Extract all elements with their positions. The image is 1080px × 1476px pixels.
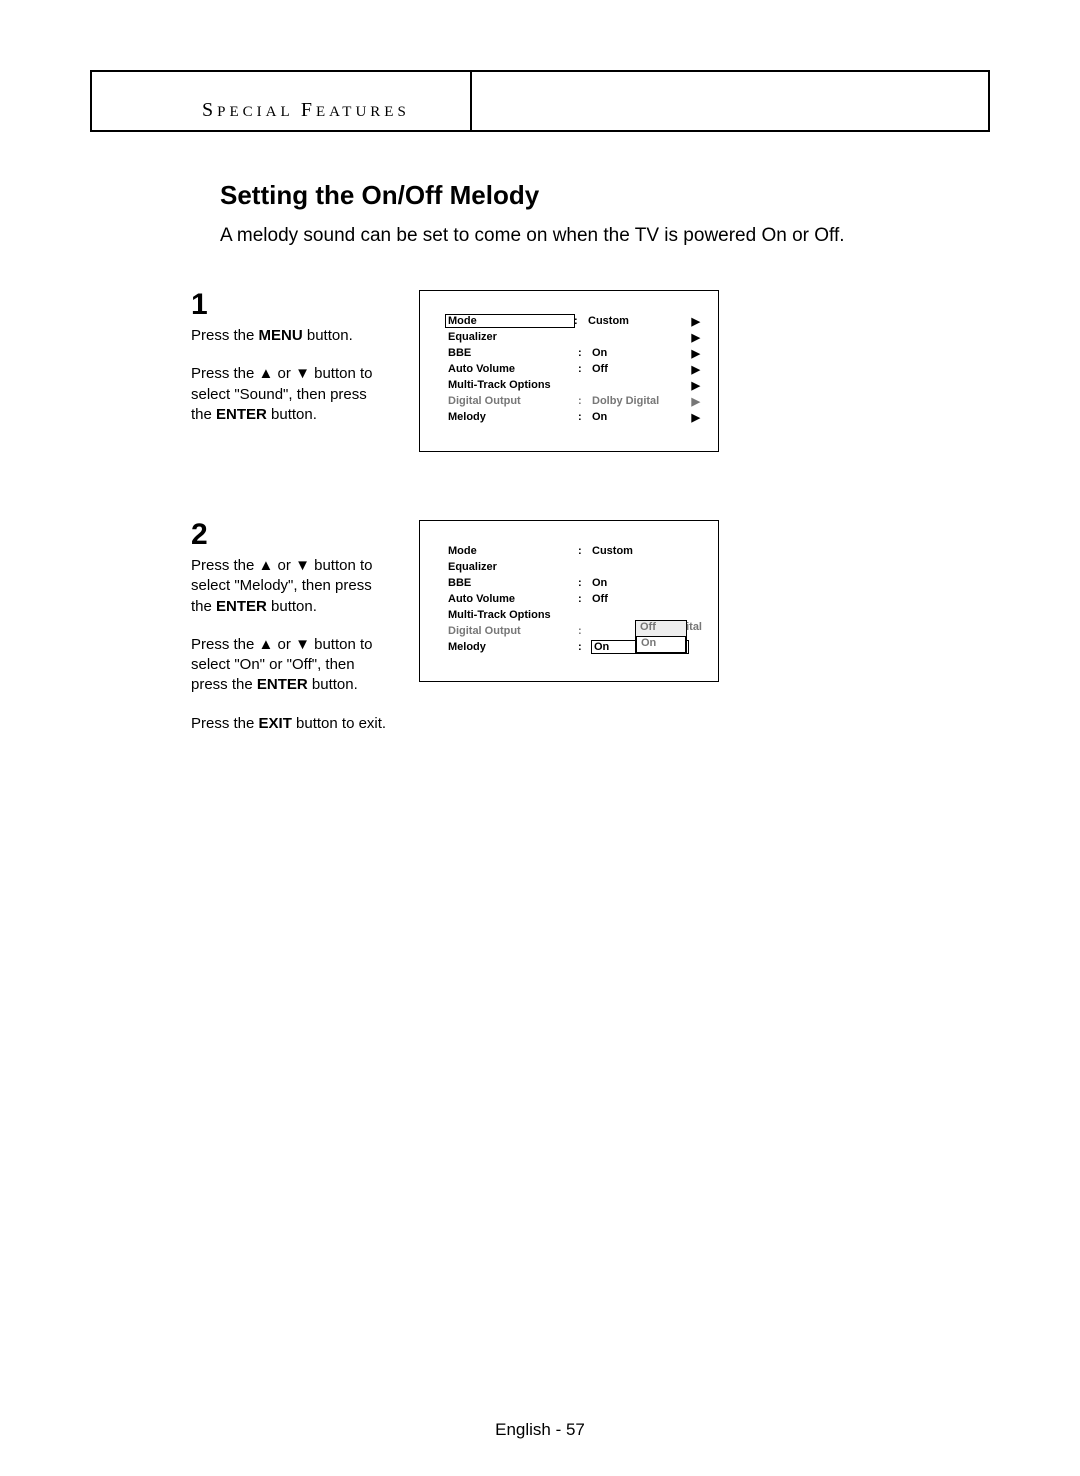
right-arrow-icon: ▶ [688,411,700,424]
osd2-autovol-label: Auto Volume [448,593,578,605]
osd2-multitrack-label: Multi-Track Options [448,609,578,621]
osd1-bbe-label: BBE [448,347,578,359]
osd1-mode-label: Mode [446,315,574,327]
right-arrow-icon: ▶ [688,331,700,344]
down-arrow-icon: ▼ [295,557,310,574]
osd2-equalizer-label: Equalizer [448,561,578,573]
step-1-p2: Press the ▲ or ▼ button to select "Sound… [191,364,391,425]
osd-screenshot-1: Mode:Custom▶ Equalizer▶ BBE:On▶ Auto Vol… [419,290,719,452]
osd2-mode-label: Mode [448,545,578,557]
osd-screenshot-2: Mode:Custom Equalizer BBE:On Auto Volume… [419,520,719,682]
step-2-number: 2 [191,520,391,550]
up-arrow-icon: ▲ [259,636,274,653]
down-arrow-icon: ▼ [295,636,310,653]
right-arrow-icon: ▶ [688,395,700,408]
section-word1-cap: S [202,99,217,121]
osd1-mode-val: Custom [588,315,688,327]
osd1-multitrack-label: Multi-Track Options [448,379,578,391]
right-arrow-icon: ▶ [688,347,700,360]
section-word1-rest: PECIAL [217,104,293,120]
page-title: Setting the On/Off Melody [220,180,990,211]
section-word2-rest: EATURES [316,104,410,120]
step-2-p2: Press the ▲ or ▼ button to select "On" o… [191,635,391,696]
down-arrow-icon: ▼ [295,365,310,382]
up-arrow-icon: ▲ [259,365,274,382]
osd1-digital-label: Digital Output [448,395,578,407]
step-1-p1: Press the MENU button. [191,326,391,346]
section-word2-cap: F [301,99,316,121]
osd1-melody-label: Melody [448,411,578,423]
osd1-equalizer-label: Equalizer [448,331,578,343]
right-arrow-icon: ▶ [688,315,700,328]
osd2-popup-tail: ital [686,621,702,633]
step-1-number: 1 [191,290,391,320]
right-arrow-icon: ▶ [688,363,700,376]
section-header-title: SPECIAL FEATURES [92,72,472,130]
up-arrow-icon: ▲ [259,557,274,574]
page-footer: English - 57 [0,1420,1080,1440]
step-1: 1 Press the MENU button. Press the ▲ or … [190,277,990,489]
step-2-p1: Press the ▲ or ▼ button to select "Melod… [191,556,391,617]
osd1-autovol-label: Auto Volume [448,363,578,375]
osd2-popup: ital Off On [636,621,686,653]
osd2-popup-off: Off [636,621,686,636]
step-2: 2 Press the ▲ or ▼ button to select "Mel… [190,507,990,789]
osd2-popup-on: On [637,637,685,652]
step-2-p3: Press the EXIT button to exit. [191,714,391,734]
osd2-digital-label: Digital Output [448,625,578,637]
page-intro: A melody sound can be set to come on whe… [220,225,990,247]
right-arrow-icon: ▶ [688,379,700,392]
osd2-melody-label: Melody [448,641,578,653]
osd2-bbe-label: BBE [448,577,578,589]
section-header: SPECIAL FEATURES [90,70,990,132]
